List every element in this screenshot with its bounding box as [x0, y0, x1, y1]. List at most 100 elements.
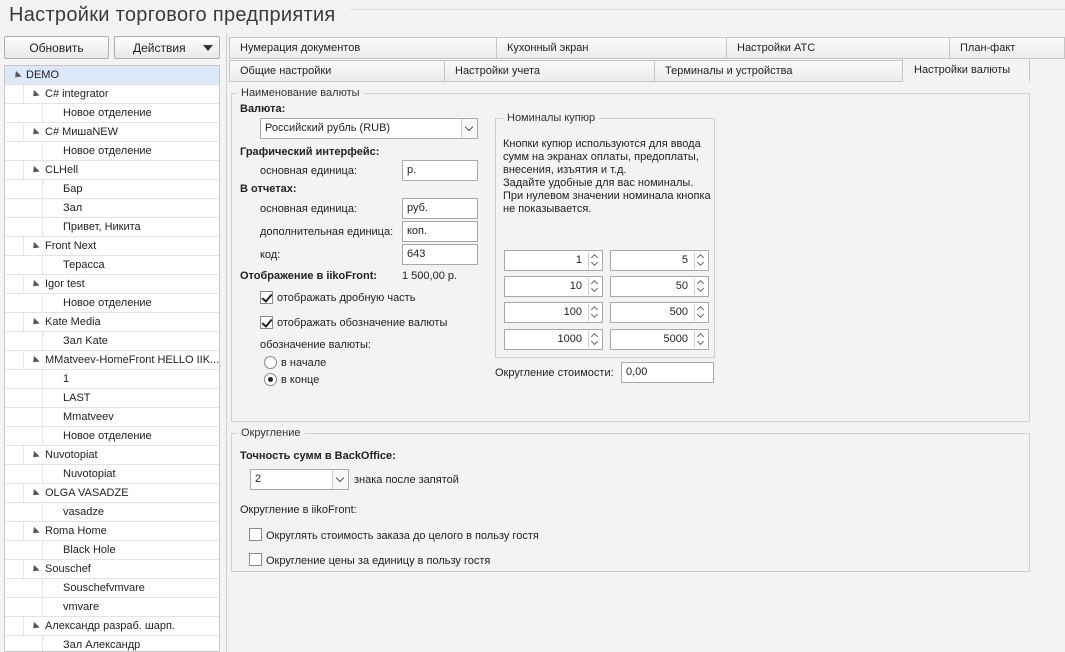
tree-item[interactable]: Новое отделение	[5, 104, 219, 123]
tab-accounting-settings[interactable]: Настройки учета	[444, 60, 655, 82]
actions-dropdown-button[interactable]: Действия	[114, 36, 220, 59]
tree-item[interactable]: DEMO	[5, 66, 219, 85]
tree-item[interactable]: Зал Александр	[5, 636, 219, 651]
tree-indent-line	[42, 199, 43, 218]
tree-item[interactable]: Roma Home	[5, 522, 219, 541]
expand-toggle-icon[interactable]	[30, 564, 40, 575]
denomination-input[interactable]: 500	[610, 302, 709, 323]
tree-item[interactable]: Igor test	[5, 275, 219, 294]
tree-item-label: Привет, Никита	[63, 221, 141, 233]
tree-item[interactable]: Black Hole	[5, 541, 219, 560]
tree-item[interactable]: Новое отделение	[5, 427, 219, 446]
tab-general-settings[interactable]: Общие настройки	[229, 60, 445, 82]
tree-item[interactable]: vmvare	[5, 598, 219, 617]
tab-currency-settings[interactable]: Настройки валюты	[902, 58, 1030, 82]
expand-toggle-icon[interactable]	[30, 488, 40, 499]
spin-buttons-icon[interactable]	[588, 278, 601, 295]
expand-toggle-icon[interactable]	[30, 621, 40, 632]
tree-item[interactable]: Nuvotopiat	[5, 465, 219, 484]
tree-item-label: Бар	[63, 183, 83, 195]
tab-doc-numbering[interactable]: Нумерация документов	[229, 37, 497, 59]
tab-kitchen-screen[interactable]: Кухонный экран	[496, 37, 727, 59]
denomination-input[interactable]: 1	[504, 250, 603, 271]
tree-item[interactable]: Зал Kate	[5, 332, 219, 351]
tree-item[interactable]: Зал	[5, 199, 219, 218]
rounding-cost-input[interactable]: 0,00	[621, 362, 714, 383]
spin-buttons-icon[interactable]	[588, 304, 601, 321]
tab-plan-fact[interactable]: План-факт	[949, 37, 1065, 59]
denomination-input[interactable]: 10	[504, 276, 603, 297]
tree-item[interactable]: CLHell	[5, 161, 219, 180]
spin-buttons-icon[interactable]	[694, 304, 707, 321]
expand-toggle-icon[interactable]	[30, 526, 40, 537]
spin-buttons-icon[interactable]	[588, 331, 601, 348]
expand-toggle-icon[interactable]	[30, 89, 40, 100]
organization-tree[interactable]: DEMO C# integrator Новое отделение C# МишаN…	[4, 65, 220, 652]
tree-indent-line	[42, 256, 43, 275]
denomination-input[interactable]: 5000	[610, 329, 709, 350]
refresh-button[interactable]: Обновить	[4, 36, 109, 59]
show-symbol-checkbox[interactable]	[260, 316, 273, 329]
tree-item-label: Александр разраб. шарп.	[45, 620, 175, 632]
denomination-input[interactable]: 50	[610, 276, 709, 297]
expand-toggle-icon[interactable]	[30, 317, 40, 328]
spin-buttons-icon[interactable]	[694, 278, 707, 295]
spin-buttons-icon[interactable]	[694, 331, 707, 348]
tree-item[interactable]: vasadze	[5, 503, 219, 522]
tree-item-label: Nuvotopiat	[63, 468, 116, 480]
chevron-down-icon	[461, 119, 477, 138]
expand-toggle-icon[interactable]	[30, 450, 40, 461]
precision-select[interactable]: 2	[250, 469, 349, 490]
tree-item[interactable]: Front Next	[5, 237, 219, 256]
tree-item[interactable]: Александр разраб. шарп.	[5, 617, 219, 636]
tree-item[interactable]: Бар	[5, 180, 219, 199]
tree-item[interactable]: Souschefvmvare	[5, 579, 219, 598]
tree-item-label: Терасса	[63, 259, 105, 271]
round-unit-checkbox[interactable]	[249, 553, 262, 566]
tree-item[interactable]: Nuvotopiat	[5, 446, 219, 465]
splitter-line	[226, 33, 227, 652]
show-fraction-checkbox[interactable]	[260, 291, 273, 304]
tree-item-label: Souschef	[45, 563, 91, 575]
position-end-radio[interactable]	[264, 373, 277, 386]
currency-select[interactable]: Российский рубль (RUB)	[260, 118, 478, 139]
position-start-label: в начале	[281, 357, 327, 369]
tree-item[interactable]: Новое отделение	[5, 294, 219, 313]
spin-buttons-icon[interactable]	[694, 252, 707, 269]
gui-main-unit-input[interactable]: р.	[402, 160, 478, 181]
denomination-input[interactable]: 100	[504, 302, 603, 323]
rep-extra-unit-input[interactable]: коп.	[402, 221, 478, 242]
tab-pbx-settings[interactable]: Настройки АТС	[726, 37, 950, 59]
tree-item[interactable]: Mmatveev	[5, 408, 219, 427]
tree-indent-line	[23, 484, 24, 503]
rep-main-unit-input[interactable]: руб.	[402, 198, 478, 219]
tree-item[interactable]: C# МишаNEW	[5, 123, 219, 142]
round-order-checkbox[interactable]	[249, 528, 262, 541]
denomination-input[interactable]: 5	[610, 250, 709, 271]
tree-item[interactable]: Терасса	[5, 256, 219, 275]
tree-item[interactable]: 1	[5, 370, 219, 389]
position-start-radio[interactable]	[264, 356, 277, 369]
expand-toggle-icon[interactable]	[30, 241, 40, 252]
expand-toggle-icon[interactable]	[30, 279, 40, 290]
code-input[interactable]: 643	[402, 244, 478, 265]
rounding-cost-label: Округление стоимости:	[495, 367, 614, 379]
tree-indent-line	[23, 237, 24, 256]
tree-item[interactable]: LAST	[5, 389, 219, 408]
expand-toggle-icon[interactable]	[12, 70, 22, 81]
tree-item[interactable]: MMatveev-HomeFront HELLO IIK...	[5, 351, 219, 370]
expand-toggle-icon[interactable]	[30, 355, 40, 366]
denominations-note: Кнопки купюр используются для ввода сумм…	[503, 138, 711, 215]
tree-item[interactable]: OLGA VASADZE	[5, 484, 219, 503]
tree-item[interactable]: C# integrator	[5, 85, 219, 104]
rounding-group-title: Округление	[237, 427, 305, 439]
tree-item[interactable]: Kate Media	[5, 313, 219, 332]
tree-item[interactable]: Souschef	[5, 560, 219, 579]
expand-toggle-icon[interactable]	[30, 127, 40, 138]
tab-terminals-devices[interactable]: Терминалы и устройства	[654, 60, 903, 82]
denomination-input[interactable]: 1000	[504, 329, 603, 350]
spin-buttons-icon[interactable]	[588, 252, 601, 269]
tree-item[interactable]: Привет, Никита	[5, 218, 219, 237]
expand-toggle-icon[interactable]	[30, 165, 40, 176]
tree-item[interactable]: Новое отделение	[5, 142, 219, 161]
